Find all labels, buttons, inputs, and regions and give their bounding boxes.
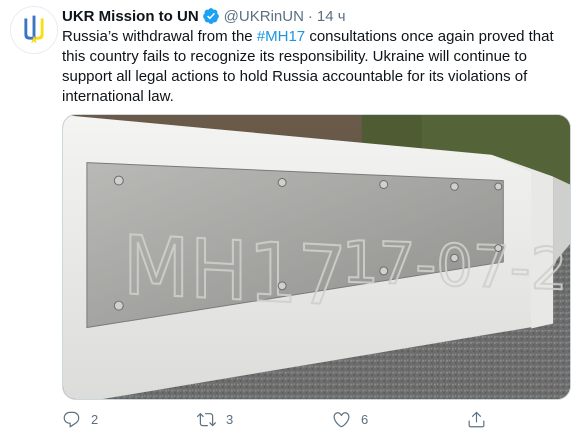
retweet-count: 3 <box>226 411 234 427</box>
plaque-engraving-right: 17-07-2014 <box>342 228 570 308</box>
tweet-photo[interactable]: MH17 17-07-2014 <box>62 114 571 400</box>
reply-button[interactable]: 2 <box>62 410 197 429</box>
ukraine-trident-icon <box>11 7 57 53</box>
retweet-icon <box>197 412 216 426</box>
hashtag-link[interactable]: #MH17 <box>257 28 305 45</box>
heart-icon <box>333 411 350 427</box>
reply-count: 2 <box>91 411 99 427</box>
tweet-text: Russia’s withdrawal from the #MH17 consu… <box>62 27 572 107</box>
author-name[interactable]: UKR Mission to UN <box>62 8 199 25</box>
reply-icon <box>63 411 80 427</box>
separator-dot: · <box>307 7 313 25</box>
tweet-timestamp[interactable]: 14 ч <box>317 8 346 25</box>
plaque-engraving-left: MH17 <box>123 218 347 325</box>
tweet-text-part1: Russia’s withdrawal from the <box>62 28 257 45</box>
verified-badge-icon <box>202 7 220 25</box>
retweet-button[interactable]: 3 <box>197 410 332 429</box>
share-button[interactable] <box>467 410 486 429</box>
tweet[interactable]: UKR Mission to UN @UKRinUN · 14 ч Russia… <box>0 0 579 435</box>
author-handle[interactable]: @UKRinUN <box>224 8 304 25</box>
tweet-header: UKR Mission to UN @UKRinUN · 14 ч <box>62 6 346 26</box>
share-icon <box>468 411 485 427</box>
tweet-actions: 2 3 6 <box>62 406 571 432</box>
like-count: 6 <box>361 411 369 427</box>
avatar[interactable] <box>10 6 58 54</box>
like-button[interactable]: 6 <box>332 410 467 429</box>
